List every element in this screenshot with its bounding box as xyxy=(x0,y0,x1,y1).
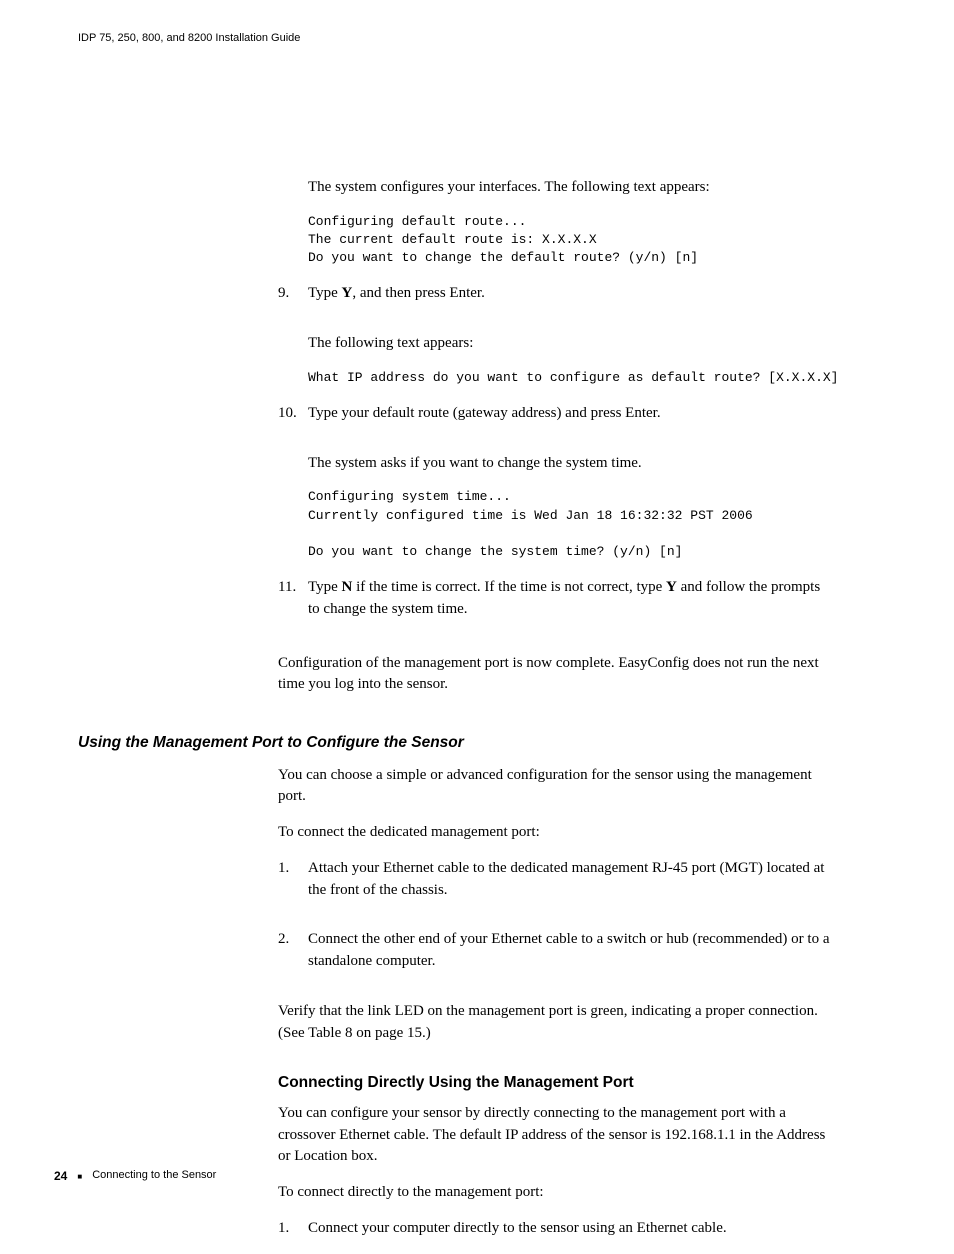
step-2: 2. Connect the other end of your Etherne… xyxy=(278,929,834,987)
step-text: Connect your computer directly to the se… xyxy=(308,1218,834,1240)
paragraph: The following text appears: xyxy=(308,333,834,355)
step-number: 1. xyxy=(278,1218,308,1240)
square-bullet-icon: ■ xyxy=(77,1171,82,1183)
code-block: Configuring default route... The current… xyxy=(308,213,834,268)
text: Type xyxy=(308,285,342,301)
paragraph: The system configures your interfaces. T… xyxy=(308,177,834,199)
step-text: Type Y, and then press Enter. xyxy=(308,283,834,305)
step-number: 11. xyxy=(278,577,308,599)
step-1: 1. Attach your Ethernet cable to the ded… xyxy=(278,858,834,916)
page-number: 24 xyxy=(54,1168,67,1185)
paragraph: To connect directly to the management po… xyxy=(278,1182,834,1204)
bold-text: Y xyxy=(666,579,677,595)
paragraph: Verify that the link LED on the manageme… xyxy=(278,1001,834,1045)
step-text: Type your default route (gateway address… xyxy=(308,403,834,425)
bold-text: N xyxy=(342,579,353,595)
footer-section-title: Connecting to the Sensor xyxy=(92,1168,216,1184)
step-9: 9. Type Y, and then press Enter. xyxy=(278,283,834,319)
step-10: 10. Type your default route (gateway add… xyxy=(278,403,834,439)
text: Type xyxy=(308,579,342,595)
bold-text: Y xyxy=(342,285,353,301)
step-11: 11. Type N if the time is correct. If th… xyxy=(278,577,834,635)
section-content: You can choose a simple or advanced conf… xyxy=(278,765,834,1254)
paragraph: You can configure your sensor by directl… xyxy=(278,1103,834,1168)
paragraph: You can choose a simple or advanced conf… xyxy=(278,765,834,809)
page-footer: 24 ■ Connecting to the Sensor xyxy=(54,1168,216,1185)
step-number: 9. xyxy=(278,283,308,305)
step-text: Type N if the time is correct. If the ti… xyxy=(308,577,834,621)
section-heading-bold: Connecting Directly Using the Management… xyxy=(278,1072,834,1094)
step-text: Connect the other end of your Ethernet c… xyxy=(308,929,834,973)
code-block: Configuring system time... Currently con… xyxy=(308,488,834,561)
running-header: IDP 75, 250, 800, and 8200 Installation … xyxy=(78,31,874,47)
step-1: 1. Connect your computer directly to the… xyxy=(278,1218,834,1254)
text: if the time is correct. If the time is n… xyxy=(352,579,666,595)
main-content: The system configures your interfaces. T… xyxy=(278,177,834,696)
paragraph: Configuration of the management port is … xyxy=(278,653,834,697)
section-heading-italic: Using the Management Port to Configure t… xyxy=(78,732,874,754)
text: , and then press Enter. xyxy=(352,285,484,301)
step-text: Attach your Ethernet cable to the dedica… xyxy=(308,858,834,902)
paragraph: The system asks if you want to change th… xyxy=(308,453,834,475)
page: IDP 75, 250, 800, and 8200 Installation … xyxy=(0,0,954,1235)
step-number: 1. xyxy=(278,858,308,880)
step-number: 10. xyxy=(278,403,308,425)
step-number: 2. xyxy=(278,929,308,951)
paragraph: To connect the dedicated management port… xyxy=(278,822,834,844)
code-block: What IP address do you want to configure… xyxy=(308,369,834,387)
